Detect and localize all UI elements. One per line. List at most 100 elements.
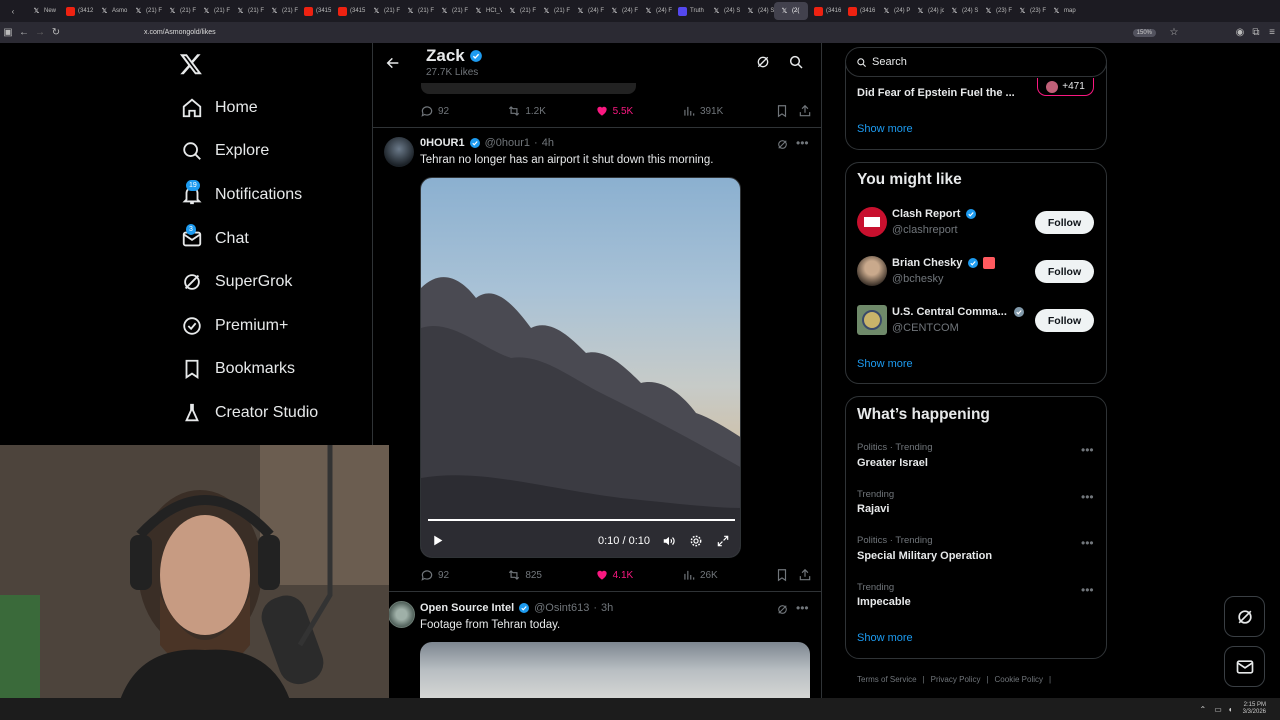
back-icon[interactable]: ←	[16, 27, 32, 38]
browser-tab[interactable]: 𝕏 (21) F	[536, 2, 570, 20]
account-icon[interactable]: ◉	[1232, 27, 1248, 38]
news-item-title[interactable]: Did Fear of Epstein Fuel the ...	[857, 87, 1015, 99]
suggested-user-name[interactable]: Clash Report	[892, 208, 960, 220]
news-count-pill[interactable]: +471	[1037, 78, 1094, 96]
tweet-author-name[interactable]: Open Source Intel	[420, 602, 514, 614]
tweet-time[interactable]: 4h	[542, 137, 554, 149]
browser-tab[interactable]: (3415	[298, 2, 332, 20]
back-arrow-icon[interactable]	[385, 55, 401, 71]
browser-tab[interactable]: 𝕏 Asmo	[94, 2, 128, 20]
avatar[interactable]	[388, 601, 415, 628]
star-icon[interactable]: ☆	[1166, 27, 1182, 38]
suggested-user-name[interactable]: U.S. Central Comma...	[892, 306, 1007, 318]
follow-button[interactable]: Follow	[1035, 211, 1094, 234]
reply-button[interactable]: 92	[420, 568, 507, 582]
play-icon[interactable]	[431, 534, 444, 547]
nav-item-supergrok[interactable]: SuperGrok	[170, 260, 370, 304]
browser-tab[interactable]: (3415	[332, 2, 366, 20]
forward-icon[interactable]: →	[32, 27, 48, 38]
nav-item-home[interactable]: Home	[170, 86, 370, 130]
tab-list-icon[interactable]: ‹	[0, 7, 26, 16]
avatar[interactable]	[384, 137, 414, 167]
nav-item-chat[interactable]: 3 Chat	[170, 217, 370, 261]
avatar[interactable]	[857, 305, 887, 335]
nav-item-creator-studio[interactable]: Creator Studio	[170, 391, 370, 435]
browser-tab[interactable]: 𝕏 (24) S	[706, 2, 740, 20]
tweet-time[interactable]: 3h	[601, 602, 613, 614]
more-options-icon[interactable]: •••	[1081, 490, 1094, 504]
show-more-link[interactable]: Show more	[857, 632, 913, 644]
suggested-user-name[interactable]: Brian Chesky	[892, 257, 962, 269]
settings-gear-icon[interactable]	[689, 534, 703, 548]
browser-tab[interactable]: 𝕏 (24) P	[876, 2, 910, 20]
sidebar-toggle-icon[interactable]: ▣	[0, 27, 16, 38]
nav-item-premium[interactable]: Premium+	[170, 304, 370, 348]
more-options-icon[interactable]: •••	[796, 601, 809, 615]
browser-tab[interactable]: Truth	[672, 2, 706, 20]
extensions-icon[interactable]: ⧉	[1248, 27, 1264, 38]
browser-tab[interactable]: 𝕏map	[1046, 2, 1080, 20]
share-icon[interactable]	[798, 568, 812, 582]
volume-icon[interactable]	[662, 534, 676, 548]
volume-icon[interactable]: ◖	[1228, 705, 1233, 714]
bookmark-icon[interactable]	[775, 104, 798, 118]
grok-icon[interactable]	[776, 138, 789, 151]
like-button[interactable]: 4.1K	[595, 568, 682, 582]
browser-tab[interactable]: 𝕏 (21) F	[162, 2, 196, 20]
suggested-user-handle[interactable]: @clashreport	[892, 224, 958, 236]
views-button[interactable]: 391K	[682, 104, 775, 118]
menu-icon[interactable]: ≡	[1264, 27, 1280, 38]
footer-link[interactable]: Privacy Policy	[931, 675, 981, 684]
footer-link[interactable]: Terms of Service	[857, 675, 917, 684]
search-icon[interactable]	[788, 54, 804, 70]
grok-floating-button[interactable]	[1224, 596, 1265, 637]
network-icon[interactable]: ▭	[1214, 705, 1222, 714]
show-more-link[interactable]: Show more	[857, 358, 913, 370]
grok-icon[interactable]	[776, 603, 789, 616]
browser-tab[interactable]: 𝕏 (24) jc	[910, 2, 944, 20]
tweet-image[interactable]	[420, 642, 810, 698]
browser-tab[interactable]: 𝕏 (21) F	[264, 2, 298, 20]
browser-tab[interactable]: (3416	[842, 2, 876, 20]
avatar[interactable]	[857, 256, 887, 286]
suggested-user-handle[interactable]: @CENTCOM	[892, 322, 959, 334]
share-icon[interactable]	[798, 104, 812, 118]
fullscreen-icon[interactable]	[716, 534, 730, 548]
trend-name[interactable]: Impecable	[857, 596, 911, 608]
tweet-video[interactable]: 0:10 / 0:10	[420, 177, 741, 558]
browser-tab[interactable]: 𝕏 (24) F	[604, 2, 638, 20]
footer-link[interactable]: Cookie Policy	[995, 675, 1043, 684]
browser-tab[interactable]: 𝕏 HCt_V	[468, 2, 502, 20]
reply-button[interactable]: 92	[420, 104, 507, 118]
more-options-icon[interactable]: •••	[1081, 536, 1094, 550]
browser-tab[interactable]: 𝕏 New	[26, 2, 60, 20]
like-button[interactable]: 5.5K	[595, 104, 682, 118]
grok-icon[interactable]	[755, 54, 771, 70]
browser-tab[interactable]: 𝕏 (24) S	[740, 2, 774, 20]
browser-tab[interactable]: 𝕏 (23) F	[1012, 2, 1046, 20]
suggested-user-handle[interactable]: @bchesky	[892, 273, 944, 285]
browser-tab[interactable]: 𝕏 (21) F	[366, 2, 400, 20]
browser-tab[interactable]: 𝕏 (21) F	[230, 2, 264, 20]
clock-date[interactable]: 3/3/2026	[1243, 709, 1266, 716]
avatar[interactable]	[857, 207, 887, 237]
browser-tab[interactable]: 𝕏 (21) F	[128, 2, 162, 20]
views-button[interactable]: 26K	[682, 568, 775, 582]
tweet-handle[interactable]: @0hour1	[485, 137, 530, 149]
browser-tab[interactable]: 𝕏 (21) F	[502, 2, 536, 20]
browser-tab[interactable]: (3416	[808, 2, 842, 20]
more-options-icon[interactable]: •••	[1081, 443, 1094, 457]
zoom-level[interactable]: 150%	[1132, 28, 1156, 37]
browser-tab[interactable]: 𝕏 (21) F	[196, 2, 230, 20]
more-options-icon[interactable]: •••	[1081, 583, 1094, 597]
browser-tab[interactable]: 𝕏 (24) S	[944, 2, 978, 20]
video-progress-track[interactable]	[428, 519, 735, 521]
repost-button[interactable]: 825	[507, 568, 594, 582]
browser-tab[interactable]: 𝕏 (21) F	[434, 2, 468, 20]
browser-tab[interactable]: 𝕏 (23) F	[978, 2, 1012, 20]
x-logo-icon[interactable]	[178, 52, 204, 76]
messages-floating-button[interactable]	[1224, 646, 1265, 687]
browser-tab[interactable]: 𝕏 (21) F	[400, 2, 434, 20]
reload-icon[interactable]: ↻	[48, 27, 64, 38]
nav-item-notifications[interactable]: 19 Notifications	[170, 173, 370, 217]
